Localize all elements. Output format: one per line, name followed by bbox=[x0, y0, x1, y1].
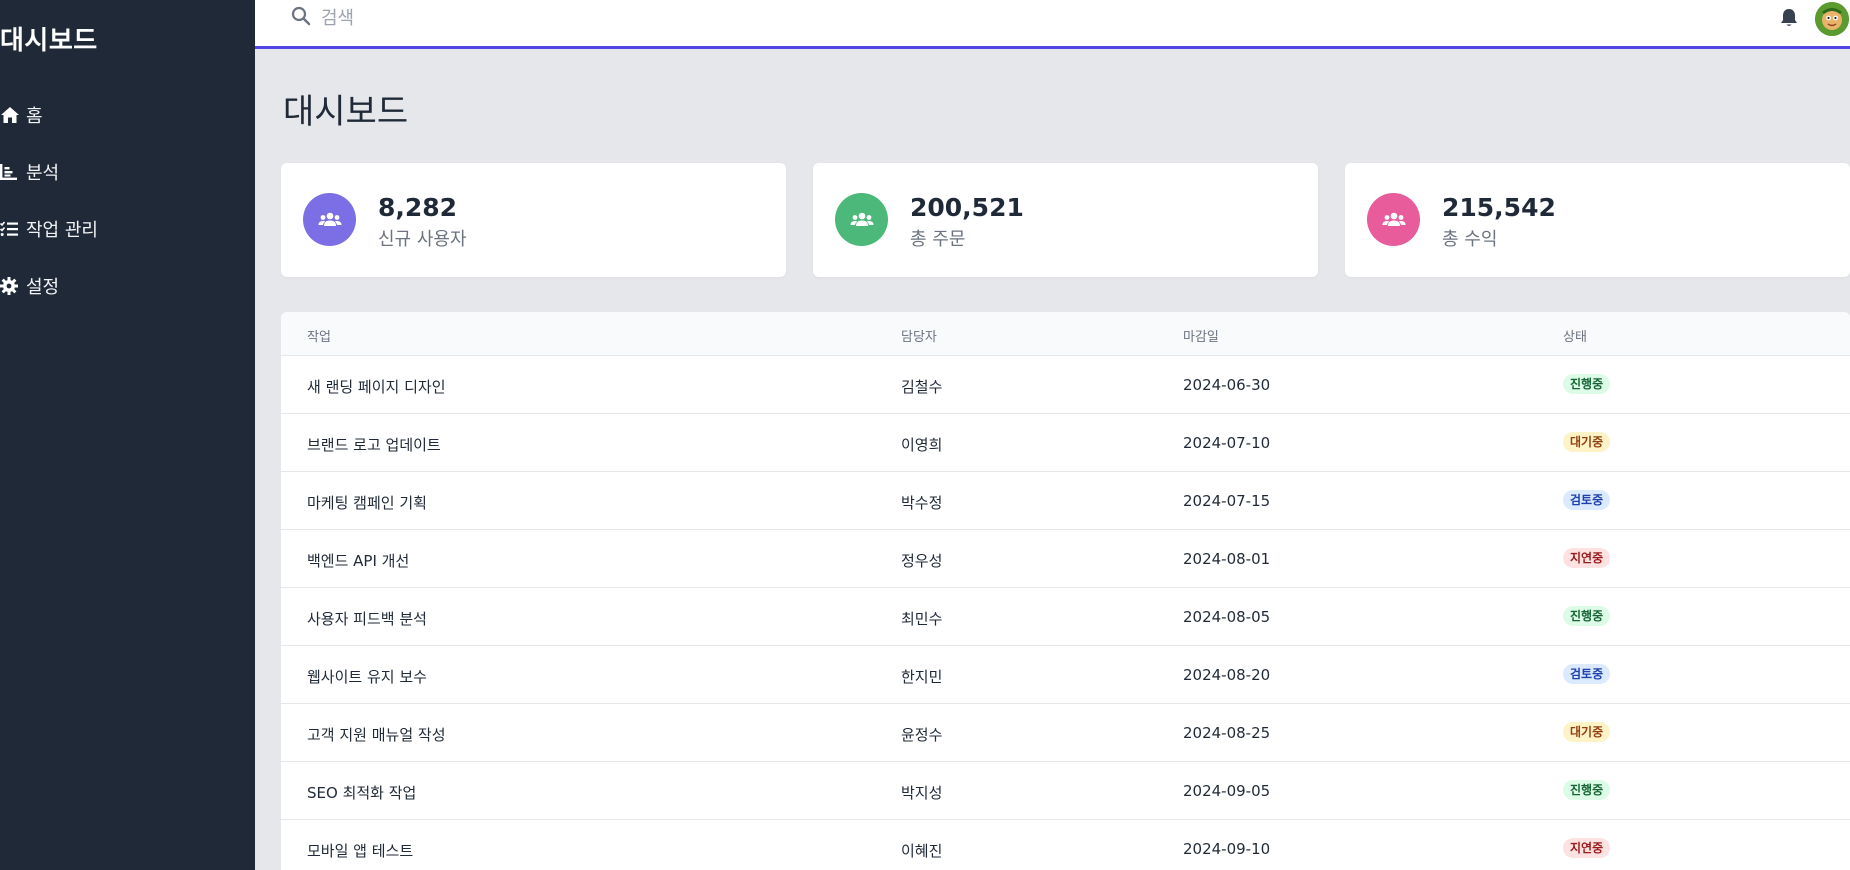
avatar[interactable] bbox=[1815, 2, 1849, 36]
gear-icon bbox=[0, 275, 22, 297]
stat-label: 신규 사용자 bbox=[378, 229, 467, 250]
users-icon bbox=[303, 193, 356, 246]
users-icon bbox=[835, 193, 888, 246]
sidebar-item-home[interactable]: 홈 bbox=[0, 86, 255, 143]
users-icon bbox=[1367, 193, 1420, 246]
search-icon bbox=[291, 6, 321, 30]
table-row[interactable]: 마케팅 캠페인 기획 박수정 2024-07-15 검토중 bbox=[281, 472, 1850, 530]
sidebar-item-label: 홈 bbox=[26, 105, 43, 127]
task-due-date: 2024-08-05 bbox=[1183, 608, 1271, 626]
table-row[interactable]: 사용자 피드백 분석 최민수 2024-08-05 진행중 bbox=[281, 588, 1850, 646]
task-name: 모바일 앱 테스트 bbox=[307, 842, 414, 860]
task-table: 작업 담당자 마감일 상태 새 랜딩 페이지 디자인 김철수 2024-06-30 진… bbox=[281, 312, 1850, 870]
task-owner: 박지성 bbox=[901, 784, 943, 802]
task-due-date: 2024-07-10 bbox=[1183, 434, 1271, 452]
task-due-date: 2024-08-01 bbox=[1183, 550, 1271, 568]
task-name: 백엔드 API 개선 bbox=[307, 552, 410, 570]
task-due-date: 2024-09-10 bbox=[1183, 840, 1271, 858]
column-header-due[interactable]: 마감일 bbox=[1183, 326, 1219, 345]
stat-card-total-orders: 200,521 총 주문 bbox=[813, 163, 1318, 277]
search-bar bbox=[291, 6, 891, 30]
task-owner: 정우성 bbox=[901, 552, 943, 570]
search-input[interactable] bbox=[321, 7, 821, 29]
task-owner: 한지민 bbox=[901, 668, 943, 686]
table-row[interactable]: 고객 지원 매뉴얼 작성 윤정수 2024-08-25 대기중 bbox=[281, 704, 1850, 762]
task-name: 웹사이트 유지 보수 bbox=[307, 668, 427, 686]
sidebar-brand: 대시보드 bbox=[0, 26, 98, 56]
sidebar-nav: 홈 분석 작업 관리 설정 bbox=[0, 86, 255, 314]
task-due-date: 2024-08-25 bbox=[1183, 724, 1271, 742]
table-row[interactable]: 브랜드 로고 업데이트 이영희 2024-07-10 대기중 bbox=[281, 414, 1850, 472]
task-owner: 박수정 bbox=[901, 494, 943, 512]
task-owner: 김철수 bbox=[901, 378, 943, 396]
stat-card-total-revenue: 215,542 총 수익 bbox=[1345, 163, 1850, 277]
sidebar: 대시보드 홈 분석 작업 관리 설정 bbox=[0, 0, 255, 870]
task-due-date: 2024-07-15 bbox=[1183, 492, 1271, 510]
sidebar-item-analytics[interactable]: 분석 bbox=[0, 143, 255, 200]
status-badge: 지연중 bbox=[1563, 548, 1611, 568]
task-due-date: 2024-09-05 bbox=[1183, 782, 1271, 800]
status-badge: 진행중 bbox=[1563, 780, 1611, 800]
table-row[interactable]: SEO 최적화 작업 박지성 2024-09-05 진행중 bbox=[281, 762, 1850, 820]
stat-cards: 8,282 신규 사용자 200,521 총 주문 215,542 총 수익 bbox=[281, 163, 1850, 277]
home-icon bbox=[0, 104, 22, 126]
task-owner: 이혜진 bbox=[901, 842, 943, 860]
task-name: 브랜드 로고 업데이트 bbox=[307, 436, 441, 454]
table-row[interactable]: 새 랜딩 페이지 디자인 김철수 2024-06-30 진행중 bbox=[281, 356, 1850, 414]
table-row[interactable]: 백엔드 API 개선 정우성 2024-08-01 지연중 bbox=[281, 530, 1850, 588]
task-owner: 윤정수 bbox=[901, 726, 943, 744]
table-row[interactable]: 웹사이트 유지 보수 한지민 2024-08-20 검토중 bbox=[281, 646, 1850, 704]
page-title: 대시보드 bbox=[283, 92, 409, 132]
table-row[interactable]: 모바일 앱 테스트 이혜진 2024-09-10 지연중 bbox=[281, 820, 1850, 870]
task-name: 새 랜딩 페이지 디자인 bbox=[307, 378, 446, 396]
tasks-icon bbox=[0, 218, 22, 240]
task-owner: 최민수 bbox=[901, 610, 943, 628]
status-badge: 진행중 bbox=[1563, 606, 1611, 626]
column-header-owner[interactable]: 담당자 bbox=[901, 326, 937, 345]
stat-value: 200,521 bbox=[910, 193, 1024, 222]
task-due-date: 2024-06-30 bbox=[1183, 376, 1271, 394]
stat-label: 총 주문 bbox=[910, 229, 966, 250]
chart-icon bbox=[0, 161, 22, 183]
bell-icon[interactable] bbox=[1780, 8, 1800, 30]
status-badge: 검토중 bbox=[1563, 490, 1611, 510]
table-header: 작업 담당자 마감일 상태 bbox=[281, 312, 1850, 356]
status-badge: 지연중 bbox=[1563, 838, 1611, 858]
sidebar-item-settings[interactable]: 설정 bbox=[0, 257, 255, 314]
task-owner: 이영희 bbox=[901, 436, 943, 454]
status-badge: 대기중 bbox=[1563, 432, 1611, 452]
status-badge: 대기중 bbox=[1563, 722, 1611, 742]
status-badge: 진행중 bbox=[1563, 374, 1611, 394]
task-name: 마케팅 캠페인 기획 bbox=[307, 494, 427, 512]
stat-value: 215,542 bbox=[1442, 193, 1556, 222]
stat-label: 총 수익 bbox=[1442, 229, 1498, 250]
task-due-date: 2024-08-20 bbox=[1183, 666, 1271, 684]
task-name: SEO 최적화 작업 bbox=[307, 784, 417, 802]
task-name: 사용자 피드백 분석 bbox=[307, 610, 427, 628]
column-header-status[interactable]: 상태 bbox=[1563, 326, 1587, 345]
stat-value: 8,282 bbox=[378, 193, 458, 222]
sidebar-item-label: 설정 bbox=[26, 276, 60, 298]
stat-card-new-users: 8,282 신규 사용자 bbox=[281, 163, 786, 277]
topbar bbox=[255, 0, 1850, 49]
task-name: 고객 지원 매뉴얼 작성 bbox=[307, 726, 446, 744]
sidebar-item-tasks[interactable]: 작업 관리 bbox=[0, 200, 255, 257]
sidebar-item-label: 작업 관리 bbox=[26, 219, 98, 241]
sidebar-item-label: 분석 bbox=[26, 162, 60, 184]
column-header-task[interactable]: 작업 bbox=[307, 326, 331, 345]
status-badge: 검토중 bbox=[1563, 664, 1611, 684]
